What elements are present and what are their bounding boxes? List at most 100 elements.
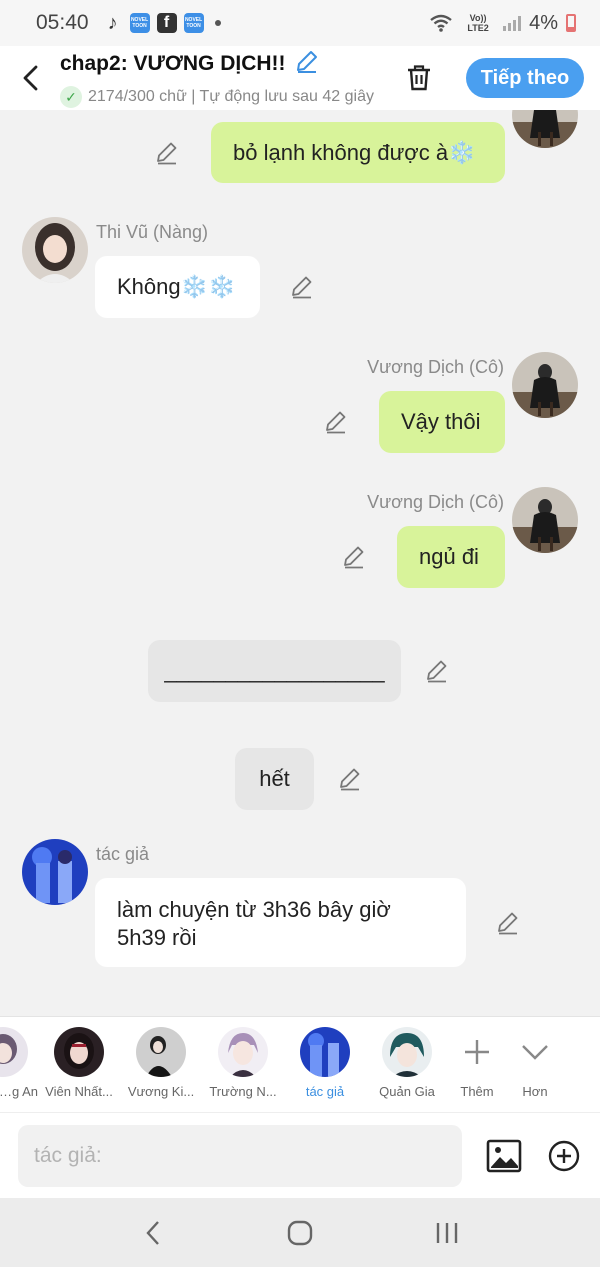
novel-toon-icon: NOVEL TOON — [129, 13, 150, 33]
message-bubble[interactable]: Không ❄️❄️ — [95, 256, 260, 318]
pencil-icon — [340, 542, 368, 570]
novel-toon-icon: NOVEL TOON — [183, 13, 204, 33]
character-avatar — [382, 1027, 432, 1077]
add-button[interactable] — [546, 1138, 582, 1174]
snowflake-emoji: ❄️❄️ — [180, 274, 236, 299]
add-character-button[interactable]: Thêm — [448, 1027, 506, 1099]
character-item[interactable]: Vương Ki... — [120, 1027, 202, 1099]
pencil-icon — [153, 138, 181, 166]
character-label: Vương Ki... — [127, 1084, 195, 1099]
network-label: Vo)) LTE2 — [467, 13, 489, 33]
pencil-icon — [322, 407, 350, 435]
chevron-down-icon — [522, 1045, 548, 1060]
edit-message-button[interactable] — [336, 764, 364, 792]
add-label: Thêm — [460, 1084, 494, 1099]
character-label: Thi Vũ (Nàng An... — [0, 1084, 38, 1099]
wifi-icon — [430, 14, 452, 32]
chat-area[interactable]: bỏ lạnh không được à ❄️ Thi Vũ (Nàng) Khô… — [0, 110, 600, 1016]
battery-icon — [566, 14, 576, 32]
pencil-icon — [288, 272, 316, 300]
back-arrow-icon — [23, 65, 38, 91]
edit-message-button[interactable] — [340, 542, 368, 570]
nav-back-button[interactable] — [123, 1208, 183, 1258]
nav-recents-icon — [436, 1222, 457, 1243]
message-text: bỏ lạnh không được à — [233, 139, 449, 165]
narration-bubble[interactable]: hết — [235, 748, 314, 810]
edit-title-button[interactable] — [294, 48, 320, 80]
chapter-info: chap2: VƯƠNG DỊCH!! ✓ 2174/300 chữ | Tự … — [60, 48, 396, 108]
check-icon: ✓ — [60, 86, 82, 108]
avatar-tac-gia[interactable] — [22, 839, 88, 905]
narration-text: __________________ — [164, 658, 385, 683]
edit-message-button[interactable] — [423, 656, 451, 684]
avatar-thi-vu[interactable] — [22, 217, 88, 283]
message-text: Vậy thôi — [401, 409, 481, 434]
character-label: tác giả — [305, 1084, 345, 1099]
nav-home-icon — [287, 1220, 313, 1245]
notification-dot-icon — [214, 20, 221, 26]
character-item-active[interactable]: tác giả — [284, 1027, 366, 1099]
edit-message-button[interactable] — [322, 407, 350, 435]
word-count-status: 2174/300 chữ | Tự động lưu sau 42 giây — [88, 88, 374, 105]
character-item[interactable]: Quản Gia — [366, 1027, 448, 1099]
status-time: 05:40 — [36, 11, 89, 34]
edit-message-button[interactable] — [153, 138, 181, 166]
nav-back-icon — [146, 1220, 160, 1245]
delete-button[interactable] — [396, 55, 442, 101]
facebook-icon: f — [156, 13, 177, 33]
nav-recents-button[interactable] — [417, 1208, 477, 1258]
more-label: Hơn — [522, 1084, 548, 1099]
system-nav-bar — [0, 1198, 600, 1267]
character-avatar — [54, 1027, 104, 1077]
character-label: Trường N... — [209, 1084, 277, 1099]
avatar-vuong-dich[interactable] — [512, 110, 578, 148]
plus-icon — [465, 1040, 489, 1064]
more-button[interactable]: Hơn — [506, 1027, 564, 1099]
message-text: ngủ đi — [419, 544, 479, 569]
message-bubble[interactable]: bỏ lạnh không được à ❄️ — [211, 122, 505, 183]
character-avatar — [0, 1027, 28, 1077]
battery-percent: 4% — [529, 11, 558, 34]
character-label: Viên Nhất... — [45, 1084, 113, 1099]
pencil-icon — [494, 908, 522, 936]
trash-icon — [408, 65, 430, 91]
message-input[interactable] — [18, 1124, 462, 1187]
character-avatar — [218, 1027, 268, 1077]
pencil-icon — [423, 656, 451, 684]
sender-name: Vương Dịch (Cô) — [367, 357, 504, 377]
next-button[interactable]: Tiếp theo — [466, 58, 584, 98]
sender-name: Thi Vũ (Nàng) — [96, 222, 209, 242]
character-item[interactable]: Thi Vũ (Nàng An... — [0, 1027, 38, 1099]
nav-home-button[interactable] — [270, 1208, 330, 1258]
chapter-title: chap2: VƯƠNG DỊCH!! — [60, 52, 286, 75]
insert-image-button[interactable] — [486, 1138, 522, 1174]
message-text: làm chuyện từ 3h36 bây giờ 5h39 rồi — [117, 897, 391, 950]
message-bubble[interactable]: làm chuyện từ 3h36 bây giờ 5h39 rồi — [95, 878, 466, 967]
snowflake-emoji: ❄️ — [448, 139, 476, 165]
status-bar: 05:40 ♪ NOVEL TOON f NOVEL TOON Vo)) LTE… — [0, 0, 600, 46]
message-text: Không — [117, 274, 181, 299]
edit-message-button[interactable] — [288, 272, 316, 300]
message-bubble[interactable]: Vậy thôi — [379, 391, 505, 453]
narration-bubble[interactable]: __________________ — [148, 640, 401, 702]
message-bubble[interactable]: ngủ đi — [397, 526, 505, 588]
editor-header: chap2: VƯƠNG DỊCH!! ✓ 2174/300 chữ | Tự … — [0, 46, 600, 110]
character-item[interactable]: Trường N... — [202, 1027, 284, 1099]
character-avatar — [136, 1027, 186, 1077]
sender-name: Vương Dịch (Cô) — [367, 492, 504, 512]
signal-icon — [503, 15, 522, 31]
tiktok-icon: ♪ — [107, 11, 118, 34]
plus-circle-icon — [548, 1140, 580, 1171]
back-button[interactable] — [0, 46, 60, 110]
composer — [0, 1112, 600, 1198]
character-item[interactable]: Viên Nhất... — [38, 1027, 120, 1099]
pencil-icon — [296, 51, 317, 73]
avatar-vuong-dich[interactable] — [512, 487, 578, 553]
edit-message-button[interactable] — [494, 908, 522, 936]
character-selector: Thi Vũ (Nàng An... Viên Nhất... Vương Ki… — [0, 1016, 600, 1112]
character-label: Quản Gia — [379, 1084, 435, 1099]
pencil-icon — [336, 764, 364, 792]
character-avatar — [300, 1027, 350, 1077]
sender-name: tác giả — [96, 844, 150, 864]
avatar-vuong-dich[interactable] — [512, 352, 578, 418]
